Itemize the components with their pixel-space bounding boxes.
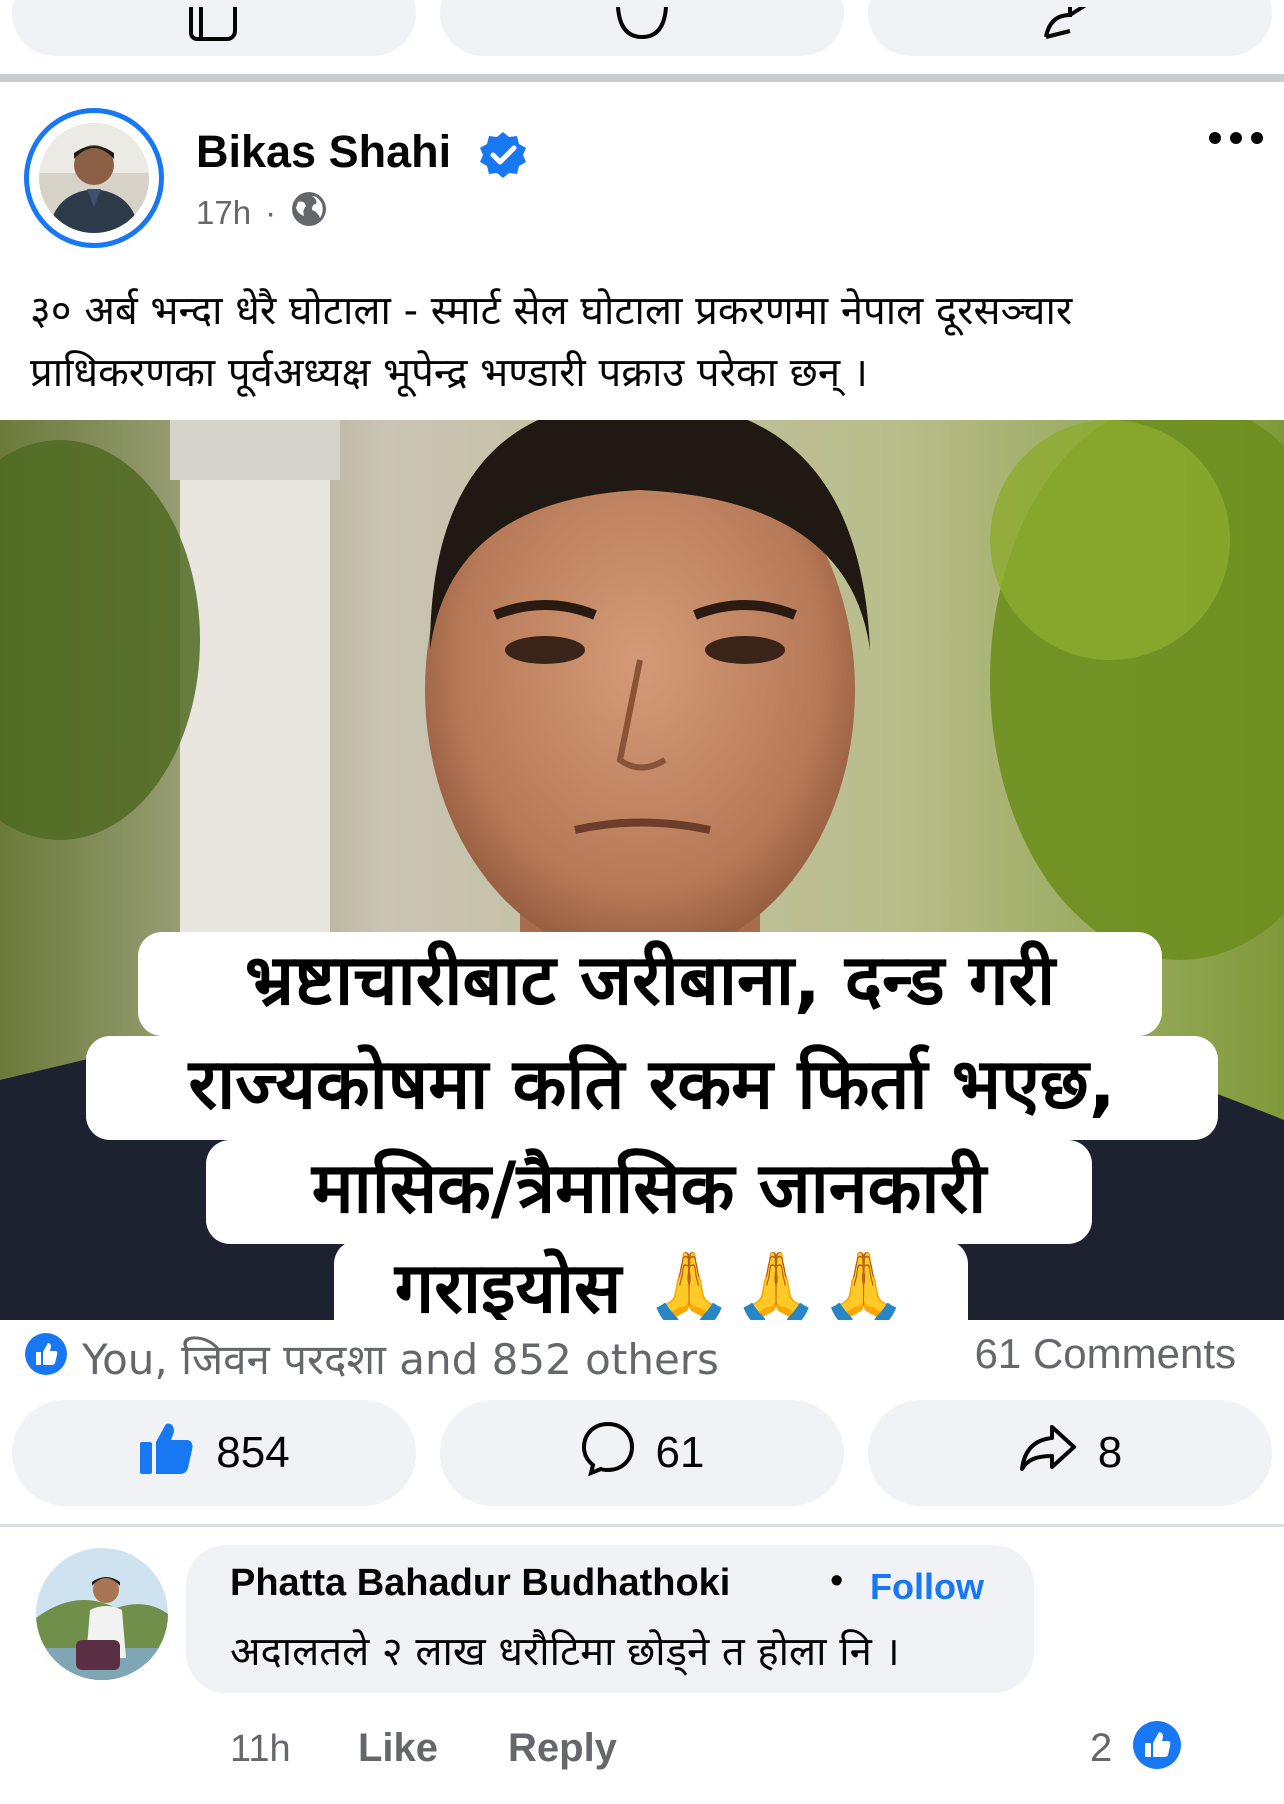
like-button[interactable]: 854: [12, 1400, 416, 1506]
comment-text: अदालतले २ लाख धरौटिमा छोड्ने त होला नि ।: [230, 1629, 900, 1675]
top-comment-pill[interactable]: [440, 0, 844, 56]
meta-separator: ·: [265, 194, 277, 231]
comment-time: 11h: [230, 1728, 291, 1770]
like-filled-icon: [138, 1420, 196, 1487]
comments-divider: [0, 1524, 1284, 1527]
author-name[interactable]: Bikas Shahi: [196, 126, 451, 178]
comment-button[interactable]: 61: [440, 1400, 844, 1506]
overlay-line-2: राज्यकोषमा कति रकम फिर्ता भएछ,: [86, 1036, 1218, 1140]
commenter-avatar[interactable]: [36, 1548, 168, 1680]
share-button[interactable]: 8: [868, 1400, 1272, 1506]
overlay-line-3: मासिक/त्रैमासिक जानकारी: [206, 1140, 1092, 1244]
reaction-like-icon: [24, 1332, 68, 1386]
follow-button[interactable]: Follow: [870, 1566, 984, 1608]
share-icon: [1040, 0, 1100, 46]
follow-separator: •: [830, 1560, 844, 1602]
reactions-summary[interactable]: You, जिवन परदशा and 852 others: [24, 1330, 719, 1387]
globe-icon: [290, 190, 328, 236]
comment-icon: [612, 6, 672, 46]
comment-reply-button[interactable]: Reply: [508, 1726, 617, 1771]
comment-reaction-like-icon[interactable]: [1132, 1720, 1182, 1775]
top-like-pill[interactable]: [12, 0, 416, 56]
commenter-name[interactable]: Phatta Bahadur Budhathoki: [230, 1562, 730, 1605]
overlay-line-4: गराइयोस 🙏🙏🙏: [334, 1240, 968, 1320]
post-text: ३० अर्ब भन्दा धेरै घोटाला - स्मार्ट सेल …: [30, 288, 1073, 396]
top-share-pill[interactable]: [868, 0, 1272, 56]
verified-badge-icon: [478, 130, 528, 185]
more-icon[interactable]: [1208, 130, 1264, 151]
share-icon: [1018, 1423, 1078, 1484]
post-image[interactable]: भ्रष्टाचारीबाट जरीबाना, दन्ड गरी राज्यको…: [0, 420, 1284, 1320]
author-avatar[interactable]: [24, 108, 164, 248]
reactions-text: You, जिवन परदशा and 852 others: [82, 1335, 719, 1384]
comment-count: 61: [655, 1428, 705, 1477]
post-divider: [0, 74, 1284, 82]
share-count: 8: [1097, 1428, 1123, 1477]
comment-like-button[interactable]: Like: [358, 1726, 438, 1771]
like-outline-icon: [187, 7, 241, 46]
comment-icon: [580, 1420, 636, 1487]
overlay-line-1: भ्रष्टाचारीबाट जरीबाना, दन्ड गरी: [138, 932, 1162, 1036]
comment-reaction-count: 2: [1090, 1726, 1113, 1770]
like-count: 854: [216, 1428, 290, 1477]
post-meta: 17h ·: [196, 190, 328, 236]
comments-count[interactable]: 61 Comments: [975, 1330, 1236, 1378]
post-time[interactable]: 17h: [196, 194, 251, 232]
